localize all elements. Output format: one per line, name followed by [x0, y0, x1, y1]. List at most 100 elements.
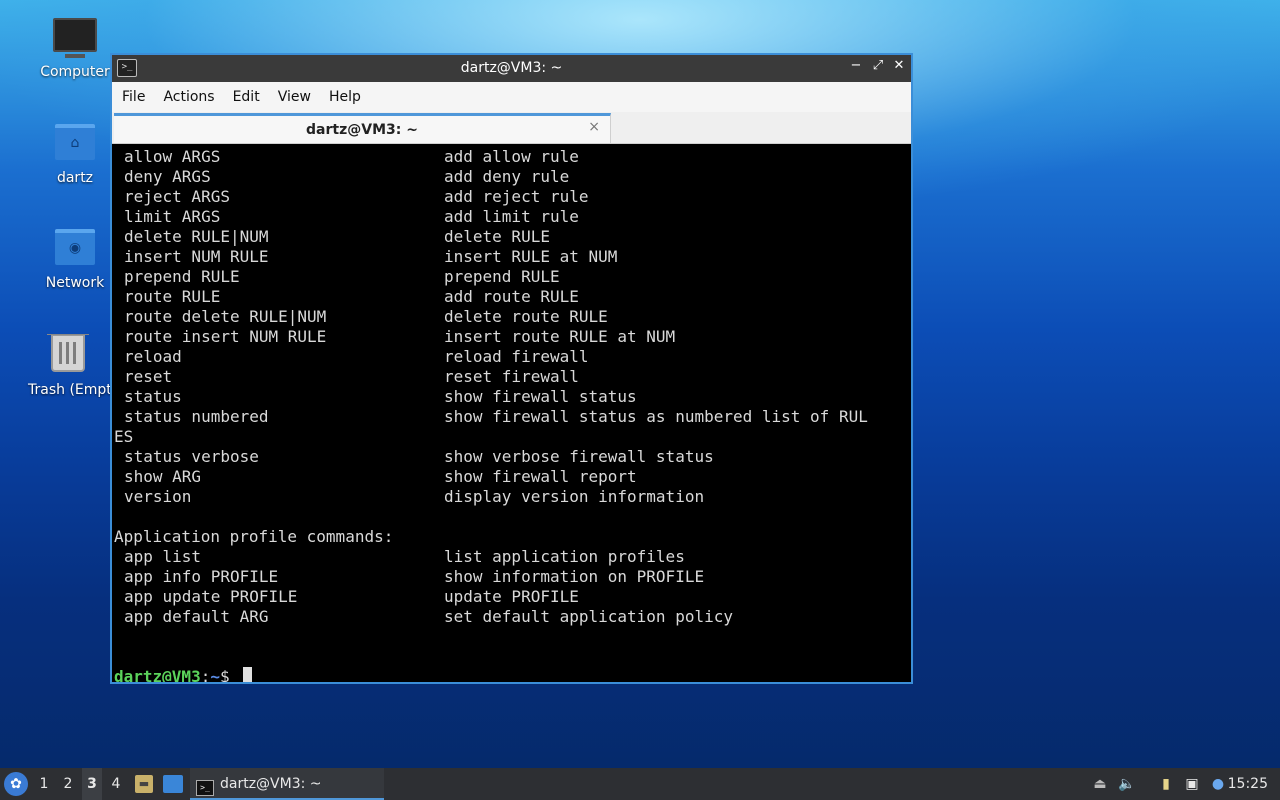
terminal-line: app update PROFILE update PROFILE: [114, 587, 911, 607]
command-text: route delete RULE|NUM: [124, 307, 327, 326]
terminal-line: Application profile commands:: [114, 527, 911, 547]
command-text: delete RULE|NUM: [124, 227, 269, 246]
terminal-output[interactable]: allow ARGS add allow rule deny ARGS add den…: [112, 145, 911, 682]
command-text: reload: [124, 347, 182, 366]
command-text: reset: [124, 367, 173, 386]
command-description: set default application policy: [444, 607, 733, 626]
eject-icon[interactable]: ⏏: [1091, 775, 1109, 793]
command-description: reload firewall: [444, 347, 589, 366]
workspace-4[interactable]: 4: [106, 768, 126, 800]
terminal-line: app default ARG set default application p…: [114, 607, 911, 627]
command-description: reset firewall: [444, 367, 579, 386]
terminal-line: route RULE add route RULE: [114, 287, 911, 307]
workspace-2[interactable]: 2: [58, 768, 78, 800]
prompt-user: dartz@VM3: [114, 667, 201, 682]
command-text: route insert NUM RULE: [124, 327, 327, 346]
command-text: app update PROFILE: [124, 587, 298, 606]
network-icon[interactable]: ▣: [1183, 775, 1201, 793]
taskbar-terminal-task[interactable]: >_ dartz@VM3: ~: [190, 768, 384, 800]
workspace-1[interactable]: 1: [34, 768, 54, 800]
file-manager-icon[interactable]: ▬: [135, 775, 153, 793]
terminal-line: route insert NUM RULE insert route RULE a…: [114, 327, 911, 347]
command-description: add route RULE: [444, 287, 579, 306]
close-button[interactable]: ✕: [890, 58, 908, 78]
tab-terminal[interactable]: dartz@VM3: ~ ×: [114, 113, 611, 143]
terminal-line: app list list application profiles: [114, 547, 911, 567]
terminal-line: ES: [114, 427, 911, 447]
tab-bar: dartz@VM3: ~ ×: [112, 112, 911, 144]
menu-file[interactable]: File: [122, 89, 155, 105]
command-text: status: [124, 387, 182, 406]
command-description: insert route RULE at NUM: [444, 327, 676, 346]
command-text: reject ARGS: [124, 187, 230, 206]
terminal-line: insert NUM RULE insert RULE at NUM: [114, 247, 911, 267]
command-text: app default ARG: [124, 607, 269, 626]
terminal-line: reload reload firewall: [114, 347, 911, 367]
terminal-line: reject ARGS add reject rule: [114, 187, 911, 207]
minimize-button[interactable]: −: [847, 58, 865, 78]
command-text: route RULE: [124, 287, 221, 306]
computer-icon: [53, 18, 97, 58]
command-description: prepend RULE: [444, 267, 560, 286]
menu-bar: File Actions Edit View Help: [112, 82, 911, 112]
command-description: show firewall status: [444, 387, 637, 406]
tab-title: dartz@VM3: ~: [306, 122, 418, 138]
terminal-window[interactable]: >_ dartz@VM3: ~ − ⤢ ✕ File Actions Edit …: [110, 53, 913, 684]
terminal-line: status numbered show firewall status as n…: [114, 407, 911, 427]
text-cursor: [243, 667, 253, 682]
command-description: show firewall status as numbered list of…: [444, 407, 868, 426]
command-text: allow ARGS: [124, 147, 221, 166]
window-titlebar[interactable]: >_ dartz@VM3: ~ − ⤢ ✕: [112, 55, 911, 82]
desktop-icon-trash[interactable]: Trash (Empty): [25, 334, 111, 398]
prompt-symbol: $: [219, 667, 240, 682]
terminal-line: app info PROFILE show information on PROF…: [114, 567, 911, 587]
menu-view[interactable]: View: [278, 89, 321, 105]
prompt-path: ~: [210, 667, 220, 682]
terminal-line: allow ARGS add allow rule: [114, 147, 911, 167]
start-menu-icon[interactable]: ✿: [4, 772, 28, 796]
command-description: list application profiles: [444, 547, 685, 566]
terminal-line: status verbose show verbose firewall stat…: [114, 447, 911, 467]
updates-icon[interactable]: ●: [1209, 775, 1227, 793]
clipboard-icon[interactable]: ▮: [1157, 775, 1175, 793]
trash-icon: [47, 334, 89, 372]
command-description: show verbose firewall status: [444, 447, 714, 466]
menu-help[interactable]: Help: [329, 89, 371, 105]
terminal-line: status show firewall status: [114, 387, 911, 407]
command-text: prepend RULE: [124, 267, 240, 286]
command-description: update PROFILE: [444, 587, 579, 606]
workspace-3[interactable]: 3: [82, 768, 102, 800]
command-description: add deny rule: [444, 167, 570, 186]
desktop-icon-label: Trash (Empty): [28, 382, 111, 398]
volume-icon[interactable]: 🔈: [1118, 775, 1136, 793]
prompt-line: dartz@VM3:~$: [114, 647, 253, 682]
command-text: app info PROFILE: [124, 567, 279, 586]
window-title: dartz@VM3: ~: [460, 60, 563, 76]
tab-close-icon[interactable]: ×: [588, 119, 600, 135]
command-description: add reject rule: [444, 187, 589, 206]
clock: 15:25: [1227, 776, 1268, 792]
command-text: show ARG: [124, 467, 202, 486]
terminal-text: ES: [114, 427, 134, 446]
menu-edit[interactable]: Edit: [233, 89, 270, 105]
menu-actions[interactable]: Actions: [163, 89, 224, 105]
command-description: show information on PROFILE: [444, 567, 705, 586]
show-desktop-icon[interactable]: [163, 775, 183, 793]
terminal-line: limit ARGS add limit rule: [114, 207, 911, 227]
command-text: status verbose: [124, 447, 259, 466]
command-description: insert RULE at NUM: [444, 247, 618, 266]
command-text: insert NUM RULE: [124, 247, 269, 266]
command-description: add limit rule: [444, 207, 579, 226]
taskbar: ✿ 1 2 3 4 ▬ >_ dartz@VM3: ~ ⏏ 🔈 ▮ ▣ ● 15:…: [0, 768, 1280, 800]
command-description: delete RULE: [444, 227, 550, 246]
terminal-line: prepend RULE prepend RULE: [114, 267, 911, 287]
prompt-separator: :: [200, 667, 211, 682]
command-text: deny ARGS: [124, 167, 211, 186]
terminal-task-icon: >_: [196, 780, 214, 796]
terminal-line: deny ARGS add deny rule: [114, 167, 911, 187]
maximize-button[interactable]: ⤢: [869, 58, 887, 78]
command-description: delete route RULE: [444, 307, 608, 326]
command-text: version: [124, 487, 192, 506]
task-label: dartz@VM3: ~: [220, 776, 322, 792]
